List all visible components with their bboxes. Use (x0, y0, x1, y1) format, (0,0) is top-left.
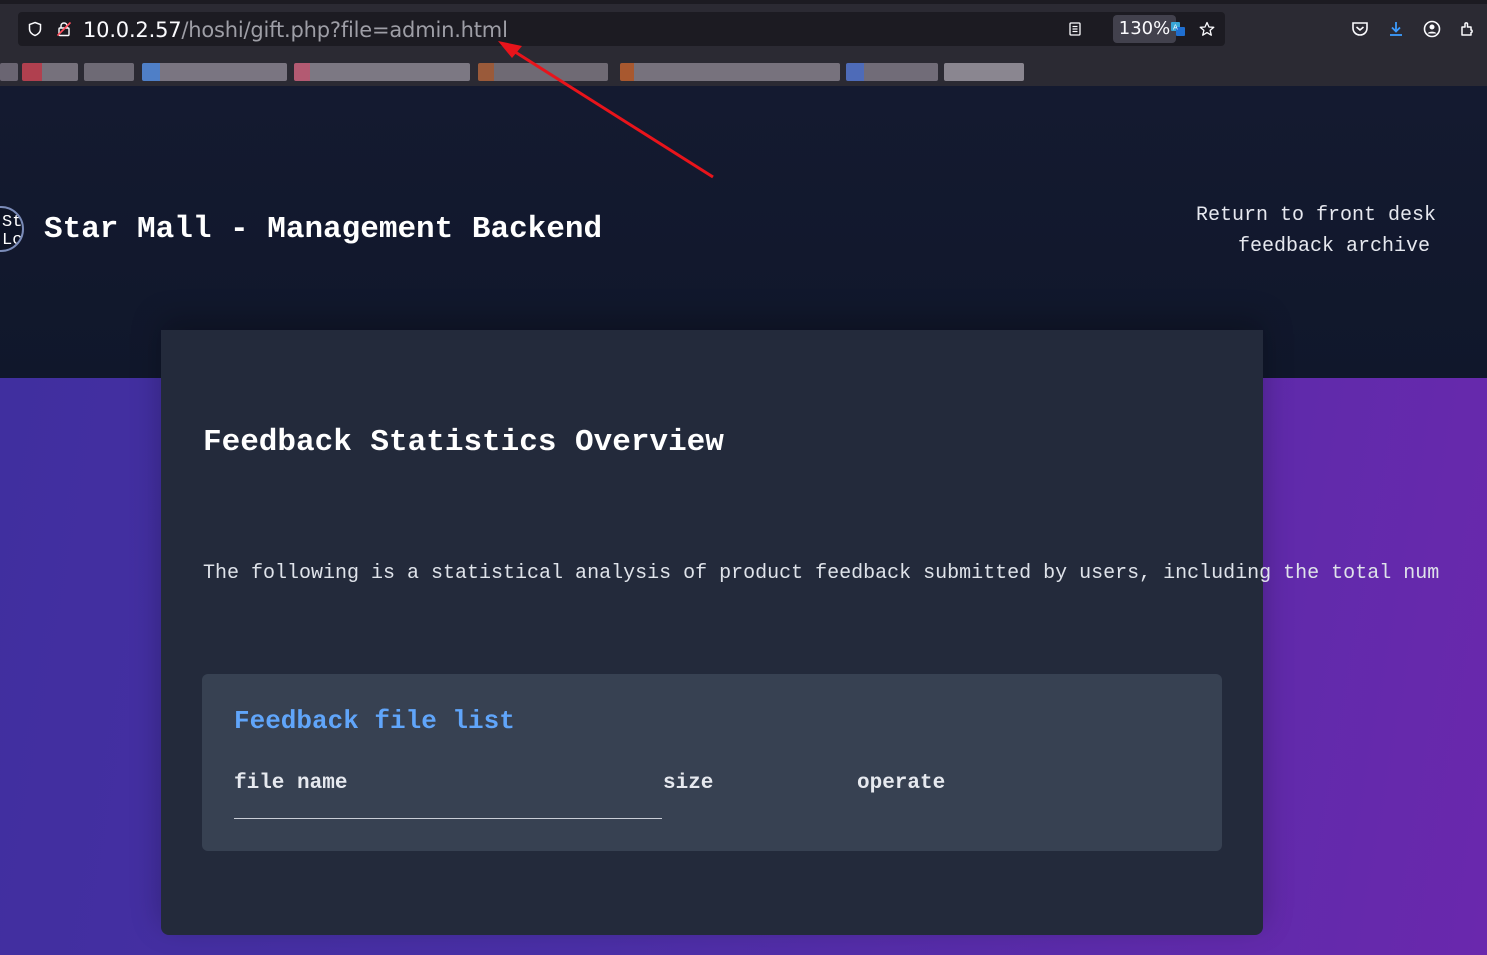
svg-text:A: A (1173, 24, 1178, 32)
address-bar[interactable]: 10.0.2.57/hoshi/gift.php?file=admin.html… (18, 12, 1225, 46)
file-list-panel: Feedback file list file name size operat… (202, 674, 1222, 851)
download-icon[interactable] (1386, 19, 1406, 39)
pocket-icon[interactable] (1350, 19, 1370, 39)
bookmark-blurred[interactable] (22, 63, 78, 81)
zoom-level-button[interactable]: 130% (1113, 15, 1176, 43)
lock-warning-icon[interactable] (56, 21, 72, 37)
site-logo[interactable]: St Lc (0, 206, 24, 252)
bookmarks-toolbar (0, 60, 1030, 84)
bookmark-blurred[interactable] (478, 63, 608, 81)
browser-toolbar: 10.0.2.57/hoshi/gift.php?file=admin.html… (0, 0, 1487, 86)
main-card: Feedback Statistics Overview Feedback fi… (161, 330, 1263, 935)
bookmark-blurred[interactable] (846, 63, 938, 81)
translate-icon[interactable]: A (1170, 21, 1186, 37)
shield-icon[interactable] (27, 21, 43, 37)
url-host: 10.0.2.57 (83, 18, 182, 42)
url-path: /hoshi/gift.php?file=admin.html (181, 18, 508, 42)
bookmark-blurred[interactable] (944, 63, 1024, 81)
bookmark-blurred[interactable] (0, 63, 18, 81)
column-header-file-name: file name (234, 772, 348, 795)
column-header-operate: operate (857, 772, 946, 795)
reader-view-icon[interactable] (1067, 21, 1083, 37)
nav-link-feedback-archive[interactable]: feedback archive (1238, 235, 1430, 258)
table-header-divider (234, 818, 662, 819)
extensions-icon[interactable] (1458, 19, 1478, 39)
site-title: Star Mall - Management Backend (44, 212, 603, 247)
nav-link-return-front-desk[interactable]: Return to front desk (1196, 204, 1436, 227)
file-list-title: Feedback file list (234, 706, 515, 736)
bookmark-blurred[interactable] (84, 63, 134, 81)
bookmark-blurred[interactable] (294, 63, 470, 81)
bookmark-blurred[interactable] (142, 63, 287, 81)
page-title: Feedback Statistics Overview (203, 425, 724, 460)
bookmark-blurred[interactable] (620, 63, 840, 81)
star-icon[interactable] (1199, 21, 1215, 37)
column-header-size: size (663, 772, 714, 795)
url-text[interactable]: 10.0.2.57/hoshi/gift.php?file=admin.html (83, 18, 508, 42)
account-icon[interactable] (1422, 19, 1442, 39)
